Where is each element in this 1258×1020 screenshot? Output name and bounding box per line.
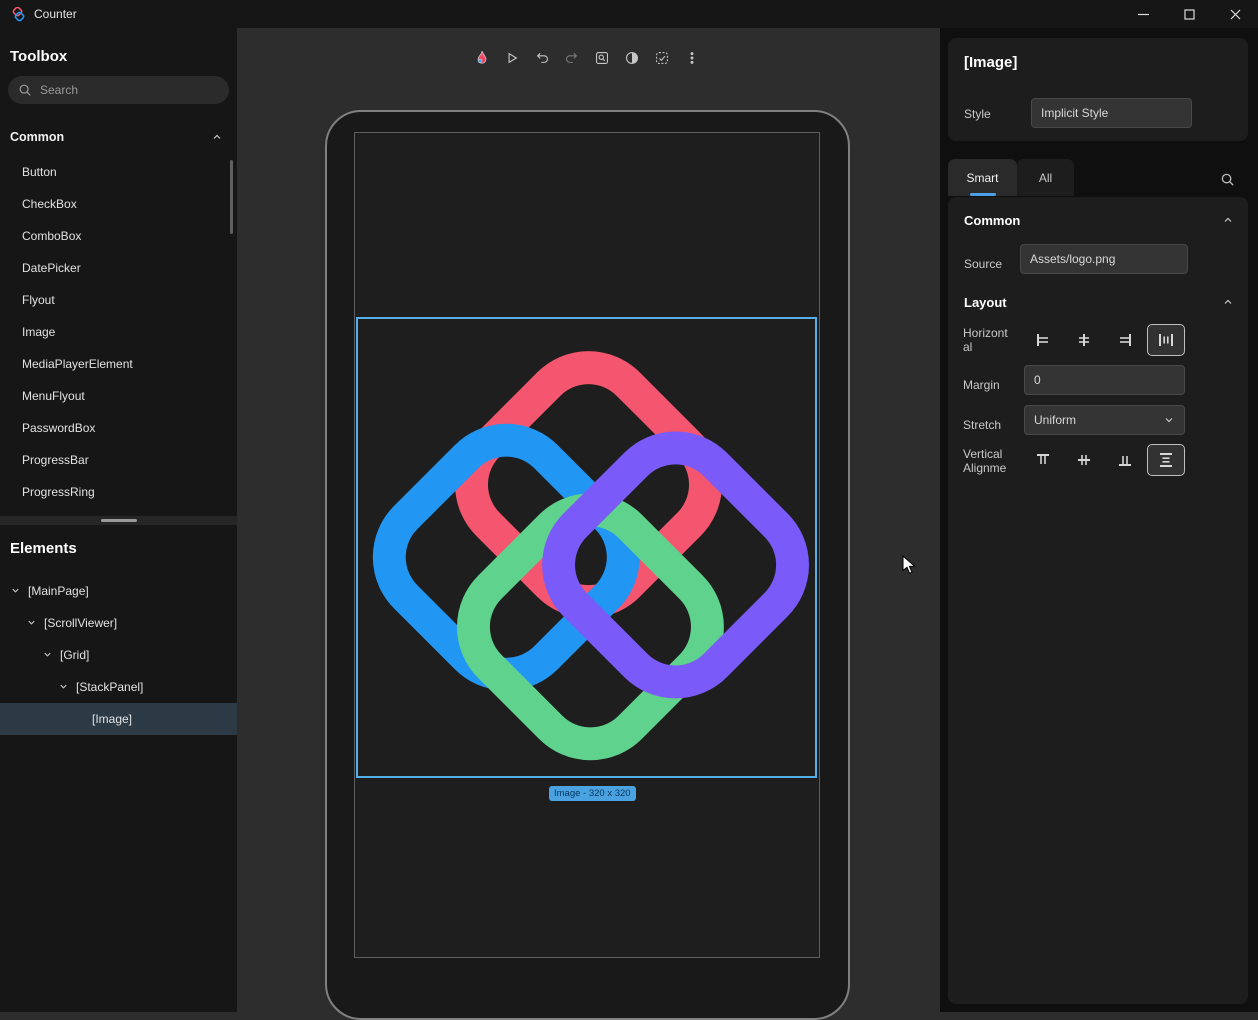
toolbox-item-combobox[interactable]: ComboBox xyxy=(0,220,237,252)
margin-input[interactable] xyxy=(1024,365,1185,395)
toolbox-item-checkbox[interactable]: CheckBox xyxy=(0,188,237,220)
vertical-alignment-label: Vertical Alignment xyxy=(963,447,1011,475)
source-label: Source xyxy=(964,257,1002,271)
chevron-down-icon xyxy=(1163,414,1175,426)
section-common-label: Common xyxy=(964,213,1020,228)
section-layout-label: Layout xyxy=(964,295,1007,310)
search-icon xyxy=(18,83,32,97)
properties-card: Common Source Layout Horizontal xyxy=(948,197,1248,1004)
undo-icon[interactable] xyxy=(531,47,553,69)
toolbox-list: Button CheckBox ComboBox DatePicker Flyo… xyxy=(0,156,237,508)
stretch-dropdown[interactable]: Uniform xyxy=(1024,405,1185,435)
maximize-button[interactable] xyxy=(1166,0,1212,28)
close-button[interactable] xyxy=(1212,0,1258,28)
vertical-alignment-group xyxy=(1024,444,1185,476)
style-label: Style xyxy=(964,107,991,121)
tree-item-grid[interactable]: [Grid] xyxy=(0,639,237,671)
section-common[interactable]: Common xyxy=(948,208,1248,232)
elements-tree: [MainPage] [ScrollViewer] [Grid] [StackP… xyxy=(0,575,237,735)
align-left-button[interactable] xyxy=(1024,324,1062,356)
toolbox-item-progressbar[interactable]: ProgressBar xyxy=(0,444,237,476)
tree-item-label: [MainPage] xyxy=(28,584,89,598)
toolbox-section-common-label: Common xyxy=(10,130,64,144)
tab-smart[interactable]: Smart xyxy=(948,159,1017,196)
window-controls xyxy=(1120,0,1258,28)
style-input[interactable] xyxy=(1031,98,1192,128)
selected-image-element[interactable] xyxy=(356,317,817,778)
selection-size-badge: Image - 320 x 320 xyxy=(549,786,636,801)
section-layout[interactable]: Layout xyxy=(948,290,1248,314)
tree-item-mainpage[interactable]: [MainPage] xyxy=(0,575,237,607)
redo-icon[interactable] xyxy=(561,47,583,69)
chevron-down-icon[interactable] xyxy=(26,617,37,628)
tab-all[interactable]: All xyxy=(1017,159,1074,196)
chevron-down-icon[interactable] xyxy=(58,681,69,692)
validation-icon[interactable] xyxy=(651,47,673,69)
titlebar: Counter xyxy=(0,0,1258,28)
align-top-button[interactable] xyxy=(1024,444,1062,476)
toolbox-search[interactable] xyxy=(8,76,229,104)
tree-item-label: [Image] xyxy=(92,712,132,726)
toolbox-item-passwordbox[interactable]: PasswordBox xyxy=(0,412,237,444)
align-bottom-button[interactable] xyxy=(1106,444,1144,476)
toolbox-item-menuflyout[interactable]: MenuFlyout xyxy=(0,380,237,412)
tree-item-image[interactable]: [Image] xyxy=(0,703,237,735)
stretch-label: Stretch xyxy=(963,418,1001,432)
align-middle-button[interactable] xyxy=(1065,444,1103,476)
zoom-selection-icon[interactable] xyxy=(591,47,613,69)
minimize-button[interactable] xyxy=(1120,0,1166,28)
app-window: { "window": { "title": "Counter" }, "too… xyxy=(0,0,1258,1012)
app-logo-icon xyxy=(11,7,26,22)
toolbox-item-image[interactable]: Image xyxy=(0,316,237,348)
toolbox-scrollbar[interactable] xyxy=(230,160,233,234)
properties-search-icon[interactable] xyxy=(1216,168,1238,190)
chevron-down-icon[interactable] xyxy=(10,585,21,596)
toolbox-item-button[interactable]: Button xyxy=(0,156,237,188)
toolbox-item-mediaplayerelement[interactable]: MediaPlayerElement xyxy=(0,348,237,380)
selected-element-name: [Image] xyxy=(964,54,1017,71)
toolbox-section-common[interactable]: Common xyxy=(0,124,237,150)
panel-splitter[interactable] xyxy=(0,516,237,525)
stretch-value: Uniform xyxy=(1034,413,1076,427)
play-icon[interactable] xyxy=(501,47,523,69)
align-right-button[interactable] xyxy=(1106,324,1144,356)
tree-item-stackpanel[interactable]: [StackPanel] xyxy=(0,671,237,703)
logo-image xyxy=(366,325,811,770)
chevron-up-icon xyxy=(1222,296,1234,308)
toolbox-search-input[interactable] xyxy=(40,83,219,97)
tree-item-label: [Grid] xyxy=(60,648,89,662)
toolbox-title: Toolbox xyxy=(10,48,67,65)
toolbox-item-progressring[interactable]: ProgressRing xyxy=(0,476,237,508)
source-input[interactable] xyxy=(1020,244,1188,274)
more-options-icon[interactable] xyxy=(681,47,703,69)
align-center-button[interactable] xyxy=(1065,324,1103,356)
chevron-up-icon xyxy=(1222,214,1234,226)
properties-panel: [Image] Style Smart All Common Source La… xyxy=(940,28,1258,1012)
selected-element-card: [Image] Style xyxy=(948,38,1248,141)
horizontal-alignment-group xyxy=(1024,324,1185,356)
theme-toggle-icon[interactable] xyxy=(621,47,643,69)
inspector-tabs: Smart All xyxy=(948,159,1074,196)
mouse-cursor xyxy=(902,555,920,575)
splitter-grip-icon xyxy=(101,519,137,522)
elements-title: Elements xyxy=(10,540,77,557)
toolbox-item-flyout[interactable]: Flyout xyxy=(0,284,237,316)
toolbox-item-datepicker[interactable]: DatePicker xyxy=(0,252,237,284)
canvas-toolbar xyxy=(471,45,703,71)
tree-item-label: [StackPanel] xyxy=(76,680,143,694)
left-sidebar: Toolbox Common Button CheckBox ComboBox … xyxy=(0,28,237,1012)
horizontal-alignment-label: Horizontal xyxy=(963,326,1009,354)
chevron-down-icon[interactable] xyxy=(42,649,53,660)
tree-item-scrollviewer[interactable]: [ScrollViewer] xyxy=(0,607,237,639)
chevron-up-icon xyxy=(211,131,223,143)
align-stretch-vertical-button[interactable] xyxy=(1147,444,1185,476)
window-title: Counter xyxy=(34,7,77,21)
align-stretch-horizontal-button[interactable] xyxy=(1147,324,1185,356)
hot-reload-flame-icon[interactable] xyxy=(471,47,493,69)
tree-item-label: [ScrollViewer] xyxy=(44,616,117,630)
margin-label: Margin xyxy=(963,378,1000,392)
